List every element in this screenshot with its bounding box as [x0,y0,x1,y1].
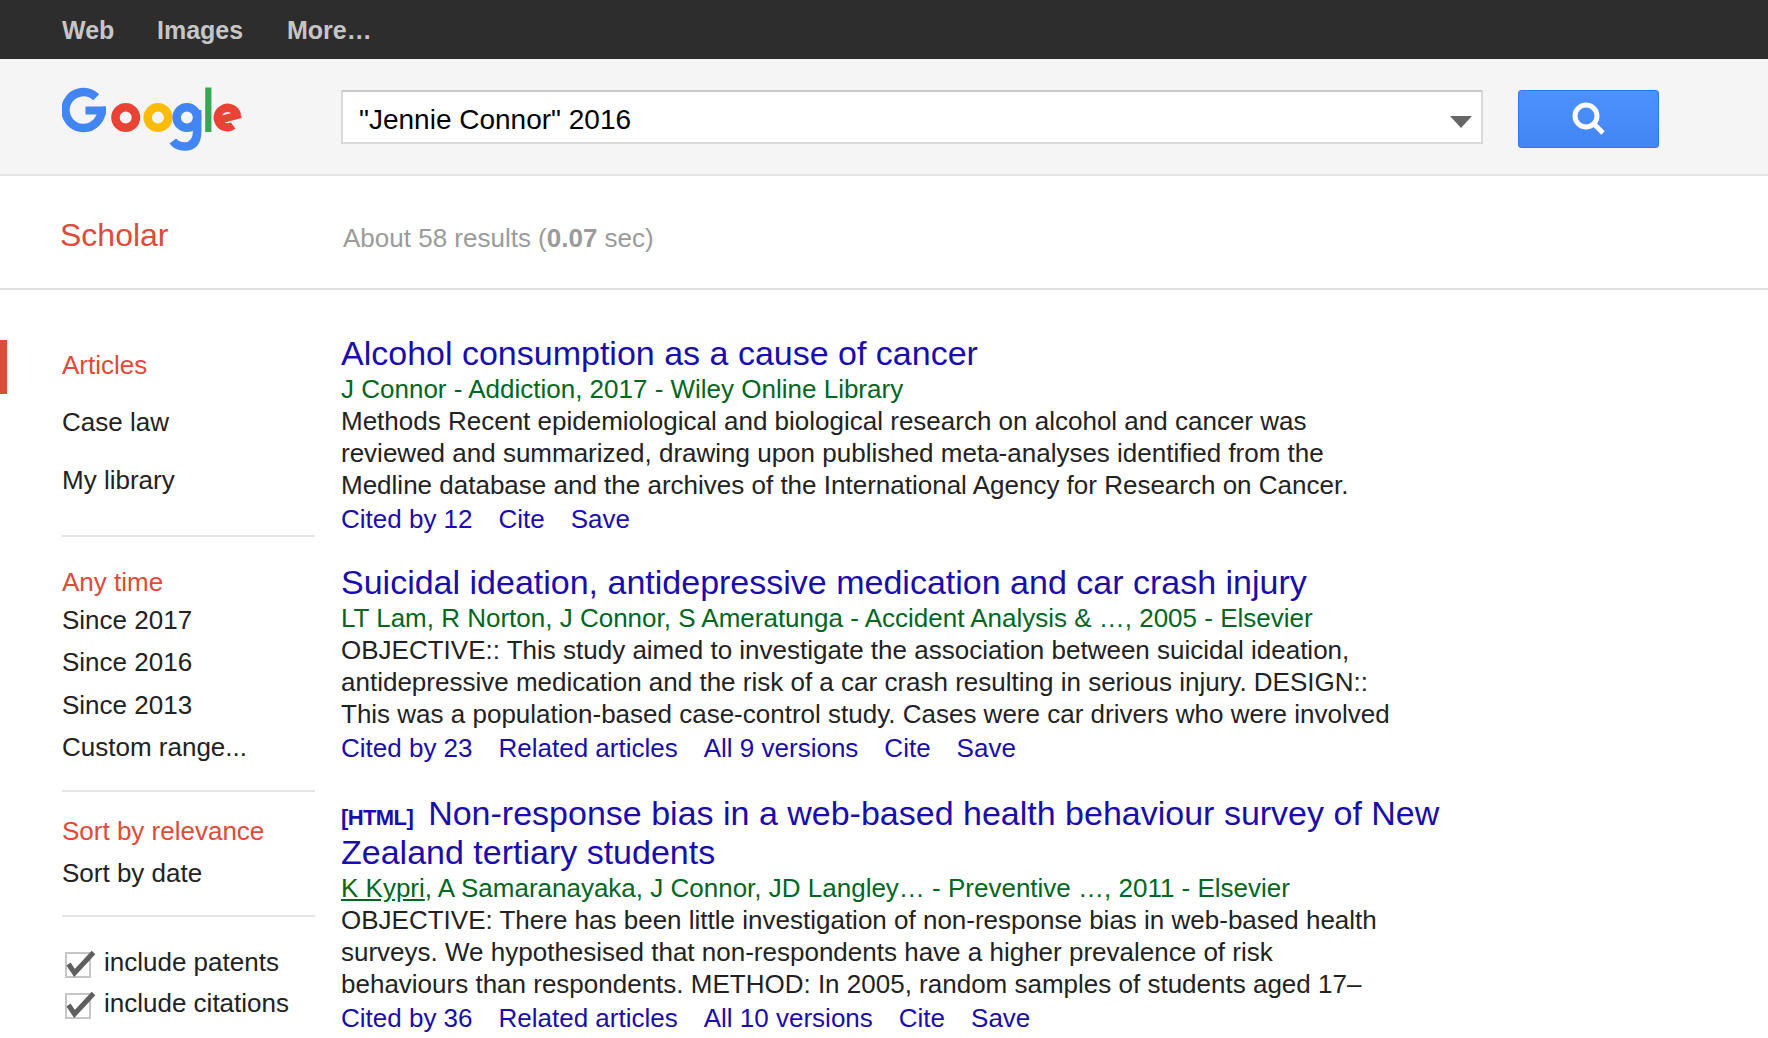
include-patents-label: include patents [104,947,279,977]
result-authors: K Kypri, A Samaranayaka, J Connor, JD La… [341,872,1621,904]
search-result: Suicidal ideation, antidepressive medica… [341,563,1621,764]
checkmark-icon [67,954,101,988]
nav-more[interactable]: More… [287,0,372,59]
nav-images[interactable]: Images [157,0,243,59]
sidebar-item-since-2013[interactable]: Since 2013 [62,692,192,718]
search-header [0,59,1768,176]
sidebar-item-case-law[interactable]: Case law [62,409,169,435]
result-title-link[interactable]: Suicidal ideation, antidepressive medica… [341,563,1307,601]
nav-web[interactable]: Web [62,0,114,59]
sidebar-item-since-2016[interactable]: Since 2016 [62,649,192,675]
result-action-link[interactable]: Cited by 23 [341,733,473,763]
result-count-suffix: sec) [597,223,653,253]
result-action-link[interactable]: Cite [499,504,545,534]
search-result: Alcohol consumption as a cause of cancer… [341,334,1621,535]
author-profile-link[interactable]: K Kypri [341,873,425,903]
sidebar-item-sort-relevance[interactable]: Sort by relevance [62,818,264,844]
result-count-time: 0.07 [547,223,598,253]
sidebar-item-custom-range[interactable]: Custom range... [62,734,247,760]
html-availability-tag: [HTML] [341,805,428,830]
google-logo[interactable] [62,87,242,152]
magnifier-icon [1567,97,1611,141]
selected-item-accent-bar [0,340,7,394]
checkmark-icon [67,995,101,1029]
sidebar-item-any-time[interactable]: Any time [62,569,163,595]
result-snippet: OBJECTIVE: There has been little investi… [341,904,1621,1000]
google-wordmark-icon [62,87,242,152]
top-navigation-bar: Web Images More… [0,0,1768,59]
search-options-dropdown-icon[interactable] [1450,116,1472,128]
result-count: About 58 results (0.07 sec) [343,225,654,251]
include-patents-checkbox[interactable] [65,952,91,978]
result-title-link[interactable]: Alcohol consumption as a cause of cancer [341,334,978,372]
include-citations-label: include citations [104,988,289,1018]
result-count-prefix: About 58 results ( [343,223,547,253]
sidebar-divider [62,915,315,917]
result-action-link[interactable]: Cited by 12 [341,504,473,534]
result-actions: Cited by 23 Related articles All 9 version… [341,732,1621,764]
result-action-link[interactable]: Related articles [499,1003,678,1033]
result-action-link[interactable]: Related articles [499,733,678,763]
search-input[interactable] [359,95,1419,145]
result-action-link[interactable]: Cite [899,1003,945,1033]
result-title: [HTML]Non-response bias in a web-based h… [341,794,1621,872]
result-title: Suicidal ideation, antidepressive medica… [341,563,1621,602]
result-action-link[interactable]: All 10 versions [704,1003,873,1033]
result-action-link[interactable]: Save [571,504,630,534]
sidebar-item-sort-date[interactable]: Sort by date [62,860,202,886]
result-action-link[interactable]: Save [957,733,1016,763]
result-authors: J Connor - Addiction, 2017 - Wiley Onlin… [341,373,1621,405]
result-snippet: OBJECTIVE:: This study aimed to investig… [341,634,1621,730]
include-citations-checkbox[interactable] [65,993,91,1019]
result-title-link[interactable]: Non-response bias in a web-based health … [341,794,1439,871]
sidebar-divider [62,790,315,792]
search-button[interactable] [1518,90,1659,148]
result-action-link[interactable]: Save [971,1003,1030,1033]
scholar-home-link[interactable]: Scholar [60,219,169,251]
sidebar-item-my-library[interactable]: My library [62,467,175,493]
result-authors: LT Lam, R Norton, J Connor, S Ameratunga… [341,602,1621,634]
result-title: Alcohol consumption as a cause of cancer [341,334,1621,373]
result-authors-rest: , A Samaranayaka, J Connor, JD Langley… … [425,873,1290,903]
result-action-link[interactable]: Cited by 36 [341,1003,473,1033]
search-box [341,90,1483,144]
result-action-link[interactable]: All 9 versions [704,733,859,763]
sidebar-divider [62,535,315,537]
search-result: [HTML]Non-response bias in a web-based h… [341,794,1621,1034]
result-action-link[interactable]: Cite [884,733,930,763]
sidebar-item-articles[interactable]: Articles [62,352,147,378]
sidebar-item-since-2017[interactable]: Since 2017 [62,607,192,633]
result-actions: Cited by 36 Related articles All 10 versio… [341,1002,1621,1034]
result-actions: Cited by 12 Cite Save [341,503,1621,535]
result-snippet: Methods Recent epidemiological and biolo… [341,405,1621,501]
header-divider [0,288,1768,290]
